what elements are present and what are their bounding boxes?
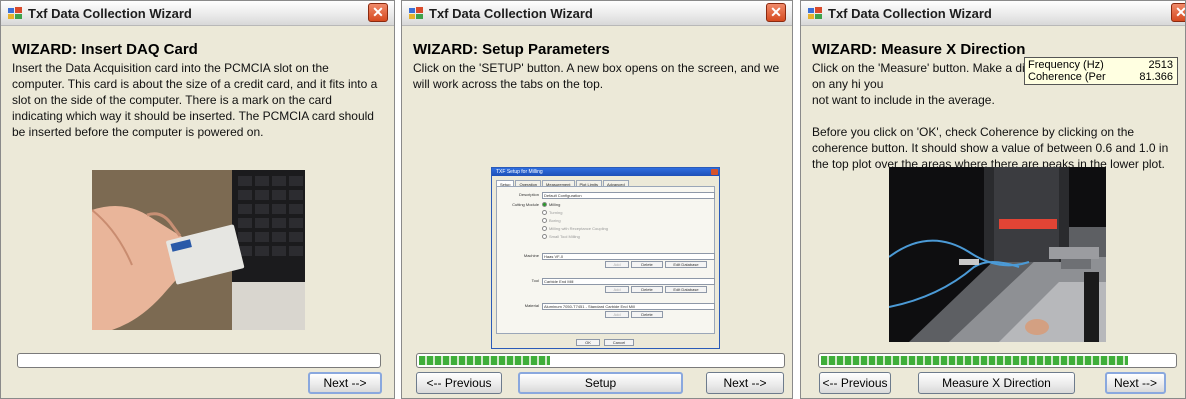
mini-label-tool: Tool bbox=[531, 278, 539, 283]
mini-delete-button: Delete bbox=[631, 261, 663, 268]
daq-card-photo bbox=[92, 170, 305, 330]
wizard-progress-bar bbox=[818, 353, 1177, 368]
progress-fill bbox=[419, 356, 550, 365]
setup-button[interactable]: Setup bbox=[518, 372, 683, 394]
mini-radio-turning: Turning bbox=[542, 210, 563, 216]
close-icon[interactable]: ✕ bbox=[766, 3, 786, 22]
wizard-window-insert-daq: Txf Data Collection Wizard ✕ WIZARD: Ins… bbox=[0, 0, 395, 399]
window-title: Txf Data Collection Wizard bbox=[28, 5, 192, 21]
mini-field-description: Default Configuration bbox=[542, 192, 715, 199]
wizard-window-measure-x: Txf Data Collection Wizard ✕ WIZARD: Mea… bbox=[800, 0, 1186, 399]
step-heading: WIZARD: Setup Parameters bbox=[413, 41, 610, 58]
mini-radio-label: Milling with Receptance Coupling bbox=[549, 226, 608, 231]
title-bar[interactable]: Txf Data Collection Wizard ✕ bbox=[402, 1, 792, 26]
mini-radio-label: Small Tool Milling bbox=[549, 234, 580, 239]
mini-ok-button: OK bbox=[576, 339, 600, 346]
mini-panel: Description Default Configuration Cuttin… bbox=[496, 186, 715, 334]
wizard-window-setup-parameters: Txf Data Collection Wizard ✕ WIZARD: Set… bbox=[401, 0, 793, 399]
wizard-progress-bar bbox=[17, 353, 381, 368]
mini-add-button: Add bbox=[605, 311, 629, 318]
app-icon bbox=[8, 7, 22, 19]
step-instructions: Click on the 'SETUP' button. A new box o… bbox=[413, 61, 780, 91]
progress-fill bbox=[821, 356, 1128, 365]
mini-radio-label: Boring bbox=[549, 218, 561, 223]
app-icon bbox=[409, 7, 423, 19]
mini-add-button: Add bbox=[605, 286, 629, 293]
previous-button[interactable]: <-- Previous bbox=[819, 372, 891, 394]
mini-field-machine: Haas VF-0 bbox=[542, 253, 715, 260]
title-bar[interactable]: Txf Data Collection Wizard ✕ bbox=[1, 1, 394, 26]
mini-radio-boring: Boring bbox=[542, 218, 561, 224]
window-title: Txf Data Collection Wizard bbox=[828, 5, 992, 21]
next-button[interactable]: Next --> bbox=[706, 372, 784, 394]
mini-label-material: Material bbox=[524, 303, 539, 308]
previous-button[interactable]: <-- Previous bbox=[416, 372, 502, 394]
step-heading: WIZARD: Insert DAQ Card bbox=[12, 41, 198, 58]
step-instructions-coherence: Before you click on 'OK', check Coherenc… bbox=[812, 125, 1169, 171]
mini-label-description: Description bbox=[518, 192, 539, 197]
mini-edit-database-button: Edit Database bbox=[665, 286, 707, 293]
app-icon bbox=[808, 7, 822, 19]
step-heading: WIZARD: Measure X Direction bbox=[812, 41, 1026, 58]
close-icon[interactable]: ✕ bbox=[1171, 3, 1185, 22]
mini-close-icon bbox=[711, 169, 718, 175]
tap-test-photo bbox=[889, 167, 1106, 342]
window-title: Txf Data Collection Wizard bbox=[429, 5, 593, 21]
mini-dialog-title: TXF Setup for Milling bbox=[492, 168, 719, 176]
step-instructions: Insert the Data Acquisition card into th… bbox=[12, 61, 378, 139]
tooltip-coherence-value: 81.366 bbox=[1139, 71, 1173, 83]
mini-label-machine: Machine bbox=[523, 253, 539, 258]
mini-radio-milling: Milling bbox=[542, 202, 561, 208]
mini-radio-label: Milling bbox=[549, 202, 561, 207]
mini-edit-database-button: Edit Database bbox=[665, 261, 707, 268]
wizard-progress-bar bbox=[416, 353, 785, 368]
close-icon[interactable]: ✕ bbox=[368, 3, 388, 22]
measure-x-direction-button[interactable]: Measure X Direction bbox=[918, 372, 1075, 394]
mini-radio-label: Turning bbox=[549, 210, 563, 215]
mini-add-button: Add bbox=[605, 261, 629, 268]
mini-radio-receptance: Milling with Receptance Coupling bbox=[542, 226, 608, 232]
title-bar[interactable]: Txf Data Collection Wizard ✕ bbox=[801, 1, 1185, 26]
tooltip-coherence-row: Coherence (Per 81.366 bbox=[1028, 71, 1173, 84]
next-button[interactable]: Next --> bbox=[308, 372, 382, 394]
next-button[interactable]: Next --> bbox=[1105, 372, 1166, 394]
mini-radio-small-tool: Small Tool Milling bbox=[542, 234, 580, 240]
tooltip-coherence-label: Coherence (Per bbox=[1028, 71, 1106, 83]
mini-field-tool: Carbide End Mill bbox=[542, 278, 715, 285]
plot-readout-tooltip: Frequency (Hz) 2513 Coherence (Per 81.36… bbox=[1024, 57, 1178, 85]
mini-dialog-title-text: TXF Setup for Milling bbox=[496, 169, 543, 175]
mini-delete-button: Delete bbox=[631, 286, 663, 293]
mini-cancel-button: Cancel bbox=[604, 339, 634, 346]
mini-field-material: Aluminum 7050-T7451 - Standard Carbide E… bbox=[542, 303, 715, 310]
mini-label-cutting-module: Cutting Module bbox=[512, 202, 539, 207]
mini-delete-button: Delete bbox=[631, 311, 663, 318]
setup-dialog-screenshot: TXF Setup for Milling Setup Operation Me… bbox=[491, 167, 720, 349]
